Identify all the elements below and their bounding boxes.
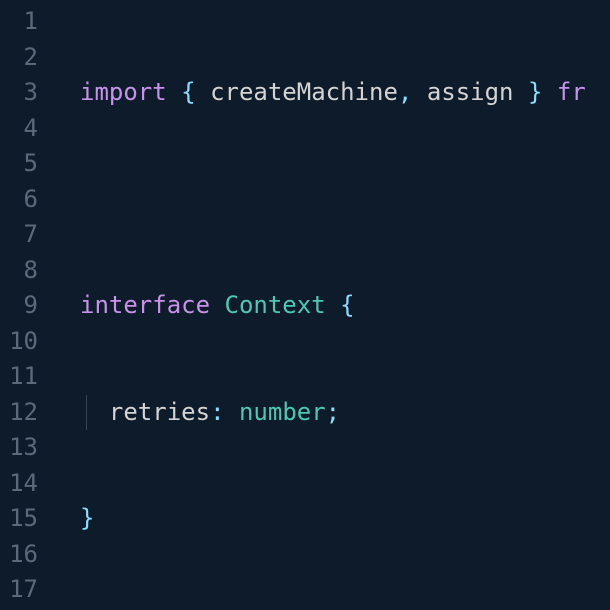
comma: , xyxy=(398,78,412,106)
brace-close: } xyxy=(80,504,94,532)
brace-open: { xyxy=(181,78,195,106)
code-editor[interactable]: 1 2 3 4 5 6 7 8 9 10 11 12 13 14 15 16 1… xyxy=(0,0,610,610)
keyword-from: fr xyxy=(557,78,586,106)
semicolon: ; xyxy=(326,398,340,426)
line-number: 2 xyxy=(8,40,38,76)
line-number: 7 xyxy=(8,217,38,253)
line-number: 4 xyxy=(8,111,38,147)
line-number: 8 xyxy=(8,253,38,289)
line-number: 14 xyxy=(8,466,38,502)
brace-close: } xyxy=(528,78,542,106)
line-number: 10 xyxy=(8,324,38,360)
identifier: assign xyxy=(427,78,514,106)
line-number-gutter: 1 2 3 4 5 6 7 8 9 10 11 12 13 14 15 16 1… xyxy=(0,0,56,610)
property: retries xyxy=(109,398,210,426)
keyword-import: import xyxy=(80,78,167,106)
line-number: 1 xyxy=(8,4,38,40)
indent-guide xyxy=(86,395,87,431)
line-number: 5 xyxy=(8,146,38,182)
type-name: Context xyxy=(225,291,326,319)
line-number: 6 xyxy=(8,182,38,218)
keyword-interface: interface xyxy=(80,291,210,319)
line-number: 9 xyxy=(8,288,38,324)
code-content[interactable]: import { createMachine, assign } fr inte… xyxy=(56,0,610,610)
line-number: 11 xyxy=(8,359,38,395)
code-line xyxy=(80,182,610,218)
line-number: 15 xyxy=(8,501,38,537)
line-number: 16 xyxy=(8,537,38,573)
type: number xyxy=(239,398,326,426)
line-number: 12 xyxy=(8,395,38,431)
code-line: interface Context { xyxy=(80,288,610,324)
identifier: createMachine xyxy=(210,78,398,106)
line-number: 17 xyxy=(8,572,38,608)
code-line: } xyxy=(80,501,610,537)
line-number: 13 xyxy=(8,430,38,466)
colon: : xyxy=(210,398,224,426)
brace-open: { xyxy=(340,291,354,319)
code-line: import { createMachine, assign } fr xyxy=(80,75,610,111)
line-number: 3 xyxy=(8,75,38,111)
code-line: retries: number; xyxy=(80,395,610,431)
